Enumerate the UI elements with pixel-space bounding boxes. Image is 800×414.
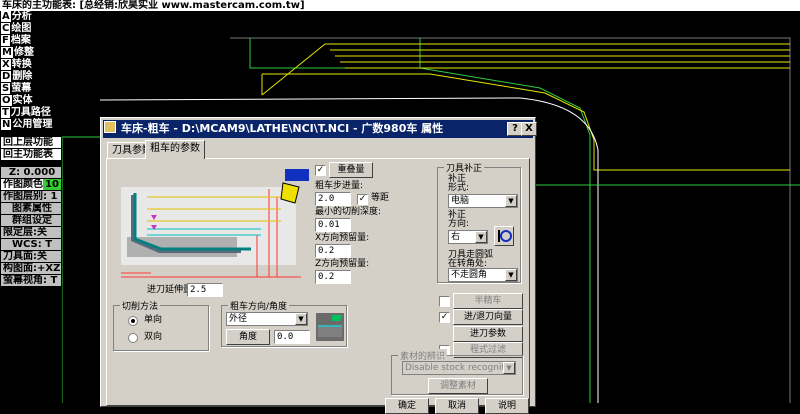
overlap-button[interactable]: 重叠量 xyxy=(329,162,373,178)
main-menu-title: 车床的主功能表: [总经销:欣昊实业 www.mastercam.com.tw] xyxy=(0,0,800,11)
x-stock-input[interactable]: 0.2 xyxy=(315,244,351,258)
z-stock-input[interactable]: 0.2 xyxy=(315,270,351,284)
help-button[interactable]: 说明 xyxy=(485,398,529,414)
rough-direction-group: 粗车方向/角度 外径 ▼ 角度 0.0 xyxy=(221,299,347,347)
semi-finish-checkbox[interactable] xyxy=(439,296,450,307)
menu-item-analyze[interactable]: A 分析 xyxy=(1,11,61,22)
semi-finish-button[interactable]: 半精车 xyxy=(453,293,523,309)
screen-view-status[interactable]: 萤幕视角: T xyxy=(1,275,61,286)
rough-turn-dialog: 车床-粗车 - D:\MCAM9\LATHE\NCI\T.NCI - 广数980… xyxy=(100,117,537,414)
tool-plane-status[interactable]: 刀具面:关 xyxy=(1,251,61,262)
cut-method-group: 切削方法 单向 双向 xyxy=(113,299,209,351)
overlap-checkbox[interactable]: ✓ xyxy=(315,165,326,176)
rough-params-panel: ✓ 重叠量 粗车步进量: 2.0 ✓ 等距 最小的切削深度: 0.01 X方向预… xyxy=(106,158,530,406)
construct-plane-status[interactable]: 构图面:+XZ xyxy=(1,263,61,274)
corner-select[interactable]: 不走圆角 ▼ xyxy=(448,268,518,282)
menu-item-toolpaths[interactable]: T 刀具路径 xyxy=(1,107,61,118)
x-stock-label: X方向预留量: xyxy=(315,233,370,243)
plunge-params-button[interactable]: 进刀参数 xyxy=(453,326,523,342)
menu-item-solids[interactable]: O 实体 xyxy=(1,95,61,106)
menu-item-nc-utils[interactable]: N 公用管理 xyxy=(1,119,61,130)
zigzag-radio[interactable] xyxy=(128,333,138,343)
group-setting-button[interactable]: 群组设定 xyxy=(1,215,61,226)
close-title-button[interactable]: X xyxy=(521,122,537,136)
menu-item-screen[interactable]: S 萤幕 xyxy=(1,83,61,94)
chevron-down-icon: ▼ xyxy=(475,231,487,243)
limit-layer-status[interactable]: 限定层:关 xyxy=(1,227,61,238)
comp-dir-select[interactable]: 右 ▼ xyxy=(448,230,488,244)
menu-item-create[interactable]: C 绘图 xyxy=(1,23,61,34)
tool-comp-group: 刀具补正 补正 形式: 电脑 ▼ 补正 方向: 右 ▼ 刀具走圆弧 在转角处: 不走… xyxy=(437,161,521,283)
step-label: 粗车步进量: xyxy=(315,181,364,191)
layer-status[interactable]: 作图层别: 1 xyxy=(1,191,61,202)
chevron-down-icon: ▼ xyxy=(505,195,517,207)
cancel-button[interactable]: 取消 xyxy=(435,398,479,414)
lead-checkbox[interactable]: ✓ xyxy=(439,312,450,323)
chevron-down-icon: ▼ xyxy=(295,313,307,325)
color-status[interactable]: 作图颜色 10 xyxy=(1,179,61,190)
comp-direction-icon xyxy=(498,230,512,242)
wcs-status[interactable]: WCS: T xyxy=(1,239,61,250)
equal-checkbox[interactable]: ✓ xyxy=(357,194,368,205)
adjust-stock-button[interactable]: 调整素材 xyxy=(428,378,488,394)
comp-dir-icon-button[interactable] xyxy=(494,226,514,246)
lead-in-out-button[interactable]: 进/退刀向量 xyxy=(453,309,523,325)
min-cut-label: 最小的切削深度: xyxy=(315,207,382,217)
ok-button[interactable]: 确定 xyxy=(385,398,429,414)
entry-ext-input[interactable]: 2.5 xyxy=(187,283,223,297)
equal-label: 等距 xyxy=(371,193,390,203)
menu-item-modify[interactable]: M 修整 xyxy=(1,47,61,58)
lathe-app-icon xyxy=(104,121,116,133)
back-main-button[interactable]: 回主功能表 xyxy=(1,149,61,160)
comp-form-select[interactable]: 电脑 ▼ xyxy=(448,194,518,208)
stock-recog-group: 素材的辨识 Disable stock recognition ▼ 调整素材 xyxy=(391,349,523,395)
menu-item-xform[interactable]: X 转换 xyxy=(1,59,61,70)
menu-item-file[interactable]: F 档案 xyxy=(1,35,61,46)
min-cut-input[interactable]: 0.01 xyxy=(315,218,351,232)
dialog-title-bar[interactable]: 车床-粗车 - D:\MCAM9\LATHE\NCI\T.NCI - 广数980… xyxy=(103,120,533,138)
step-input[interactable]: 2.0 xyxy=(315,192,351,206)
tab-rough-params[interactable]: 粗车的参数 xyxy=(145,140,205,159)
main-menu: A 分析 C 绘图 F 档案 M 修整 X 转换 D 删除 S 萤幕 O 实体 T 刀具路径 N公… xyxy=(0,11,62,403)
chevron-down-icon: ▼ xyxy=(505,269,517,281)
z-depth-status[interactable]: Z: 0.000 xyxy=(1,167,61,178)
z-stock-label: Z方向预留量: xyxy=(315,259,370,269)
angle-button[interactable]: 角度 xyxy=(226,329,270,345)
one-way-radio[interactable] xyxy=(128,316,138,326)
back-upper-button[interactable]: 回上层功能 xyxy=(1,137,61,148)
menu-item-delete[interactable]: D 删除 xyxy=(1,71,61,82)
entity-attr-button[interactable]: 图素属性 xyxy=(1,203,61,214)
angle-input[interactable]: 0.0 xyxy=(274,330,310,344)
stock-recog-select[interactable]: Disable stock recognition ▼ xyxy=(402,361,516,375)
chevron-down-icon: ▼ xyxy=(503,362,515,374)
rough-params-diagram xyxy=(121,169,309,278)
rough-direction-preview-icon xyxy=(316,313,344,341)
rough-direction-select[interactable]: 外径 ▼ xyxy=(226,312,308,326)
